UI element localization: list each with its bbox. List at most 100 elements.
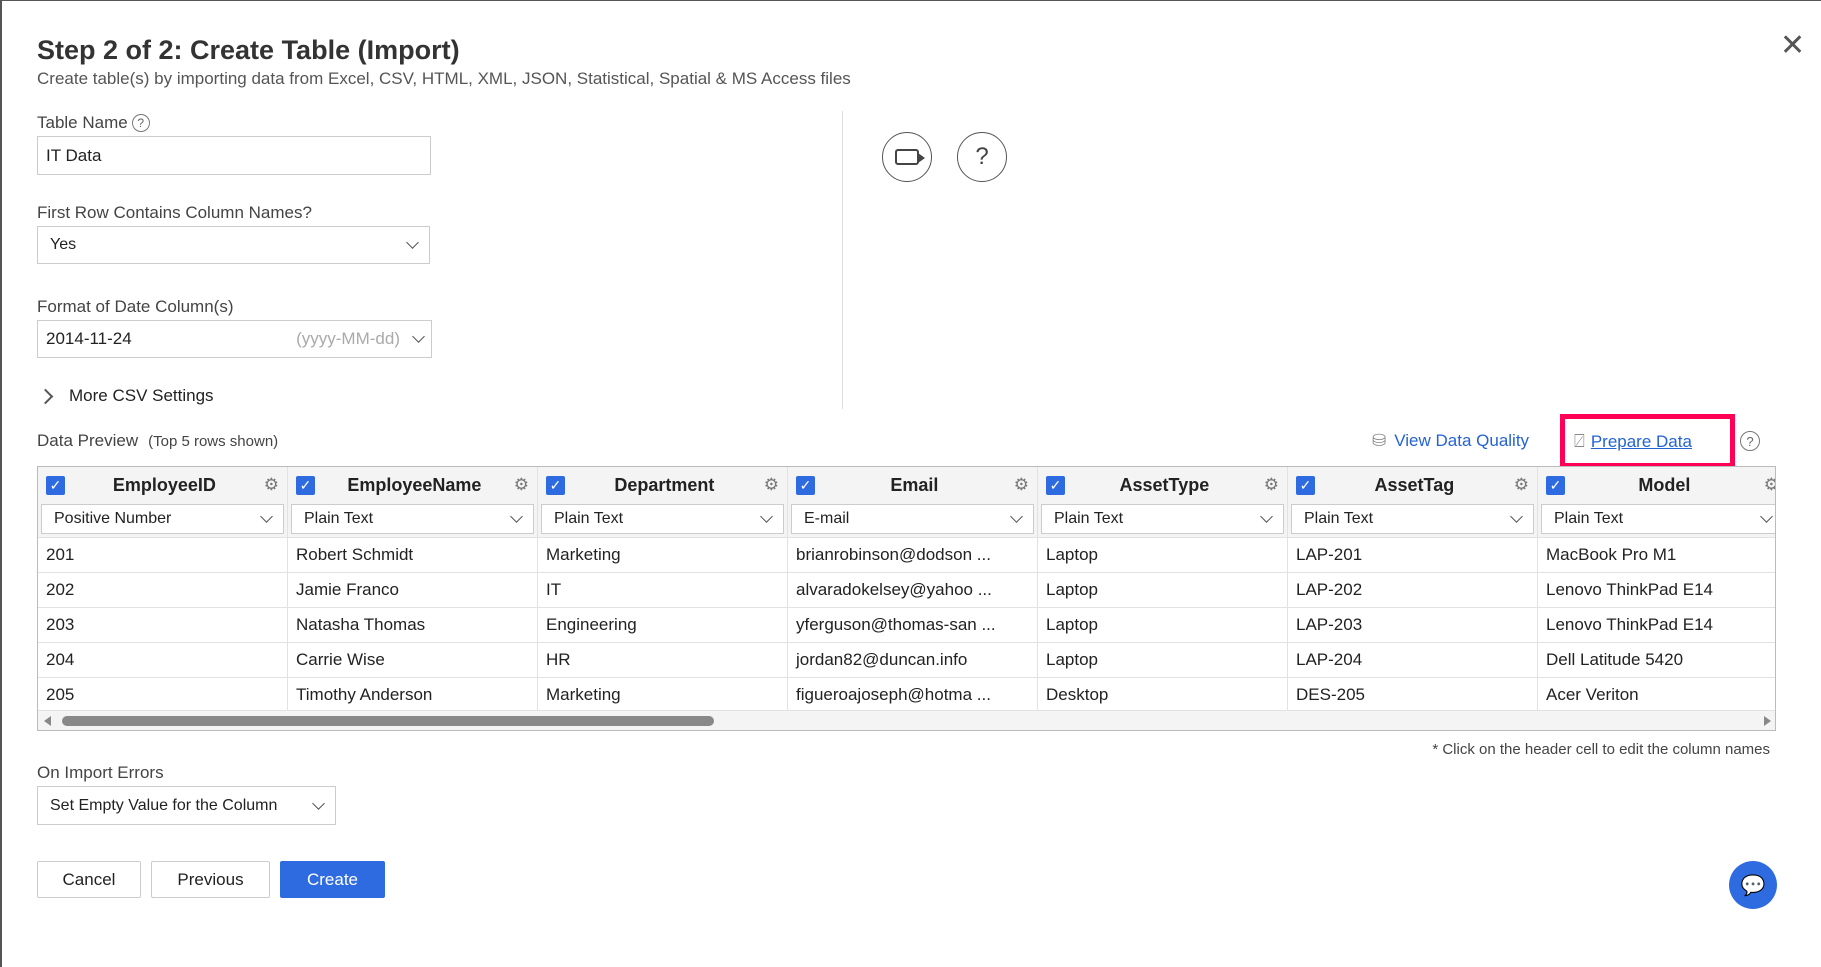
- column-type-select[interactable]: Plain Text: [1541, 504, 1775, 534]
- column-header[interactable]: ✓ AssetTag ⚙: [1288, 467, 1537, 503]
- select-value: E-mail: [804, 510, 850, 527]
- date-format-select[interactable]: 2014-11-24 (yyyy-MM-dd): [37, 320, 432, 358]
- column-type-cell: Plain Text: [1288, 503, 1537, 537]
- column-header[interactable]: ✓Model⚙: [1538, 467, 1775, 503]
- page-subtitle: Create table(s) by importing data from E…: [37, 69, 851, 88]
- scrollbar-thumb[interactable]: [62, 716, 714, 726]
- table-cell: HR: [538, 642, 787, 677]
- column-name[interactable]: EmployeeName: [315, 475, 514, 496]
- column-type-select[interactable]: Plain Text: [1041, 504, 1284, 534]
- table-cell: brianrobinson@dodson ...: [788, 537, 1037, 572]
- first-row-select[interactable]: Yes: [37, 226, 430, 264]
- table-column: ✓ AssetType ⚙ Plain Text Laptop Laptop Laptop L…: [1038, 467, 1288, 712]
- close-icon[interactable]: ✕: [1780, 31, 1805, 61]
- gear-icon[interactable]: ⚙: [514, 475, 529, 495]
- column-type-cell: Plain Text: [1038, 503, 1287, 537]
- column-checkbox[interactable]: ✓: [796, 475, 815, 495]
- select-value: Positive Number: [54, 510, 172, 527]
- prepare-data-link[interactable]: ⍁ Prepare Data: [1574, 431, 1692, 452]
- column-checkbox[interactable]: ✓: [296, 475, 315, 495]
- scroll-left-icon[interactable]: [44, 716, 51, 726]
- column-checkbox[interactable]: ✓: [1546, 475, 1565, 495]
- column-name[interactable]: Department: [565, 475, 764, 496]
- column-name[interactable]: Email: [815, 475, 1014, 496]
- column-checkbox[interactable]: ✓: [46, 475, 65, 495]
- table-cell: 205: [38, 677, 287, 712]
- table-cell: Laptop: [1038, 572, 1287, 607]
- column-type-select[interactable]: Plain Text: [1291, 504, 1534, 534]
- import-errors-select[interactable]: Set Empty Value for the Column: [37, 786, 336, 825]
- column-checkbox[interactable]: ✓: [546, 475, 565, 495]
- column-header[interactable]: ✓ Department ⚙: [538, 467, 787, 503]
- column-name[interactable]: AssetType: [1065, 475, 1264, 496]
- scroll-right-icon[interactable]: [1764, 716, 1771, 726]
- table-cell: Carrie Wise: [288, 642, 537, 677]
- column-type-select[interactable]: Plain Text: [541, 504, 784, 534]
- chevron-down-icon: [412, 330, 425, 343]
- column-checkbox[interactable]: ✓: [1046, 475, 1065, 495]
- column-type-select[interactable]: Positive Number: [41, 504, 284, 534]
- horizontal-scrollbar[interactable]: [38, 710, 1775, 730]
- select-value: Plain Text: [1304, 510, 1374, 527]
- table-cell: Acer Veriton: [1538, 677, 1775, 712]
- table-cell: Robert Schmidt: [288, 537, 537, 572]
- table-cell: Desktop: [1038, 677, 1287, 712]
- column-checkbox[interactable]: ✓: [1296, 475, 1315, 495]
- help-icon[interactable]: ?: [957, 132, 1007, 182]
- chat-button[interactable]: 💬: [1729, 861, 1777, 909]
- column-header[interactable]: ✓ Email ⚙: [788, 467, 1037, 503]
- gear-icon[interactable]: ⚙: [764, 475, 779, 495]
- select-value: Plain Text: [554, 510, 624, 527]
- create-button[interactable]: Create: [280, 861, 385, 898]
- table-cell: DES-205: [1288, 677, 1537, 712]
- column-type-cell: Positive Number: [38, 503, 287, 537]
- table-name-input[interactable]: IT Data: [37, 136, 431, 175]
- table-cell: Dell Latitude 5420: [1538, 642, 1775, 677]
- column-type-select[interactable]: Plain Text: [291, 504, 534, 534]
- table-cell: alvaradokelsey@yahoo ...: [788, 572, 1037, 607]
- help-icon[interactable]: ?: [131, 114, 150, 132]
- chevron-down-icon: [1260, 510, 1273, 523]
- column-name[interactable]: AssetTag: [1315, 475, 1514, 496]
- date-format-hint: (yyyy-MM-dd): [296, 329, 400, 348]
- table-cell: Laptop: [1038, 537, 1287, 572]
- gear-icon[interactable]: ⚙: [1264, 475, 1279, 495]
- column-header[interactable]: ✓ EmployeeID ⚙: [38, 467, 287, 503]
- table-cell: Laptop: [1038, 642, 1287, 677]
- data-preview-note: (Top 5 rows shown): [148, 433, 279, 450]
- more-csv-settings-toggle[interactable]: More CSV Settings: [37, 386, 214, 406]
- column-name[interactable]: EmployeeID: [65, 475, 264, 496]
- column-header[interactable]: ✓ AssetType ⚙: [1038, 467, 1287, 503]
- select-value: Plain Text: [304, 510, 374, 527]
- column-type-cell: Plain Text: [288, 503, 537, 537]
- table-cell: Lenovo ThinkPad E14: [1538, 572, 1775, 607]
- help-icon[interactable]: ?: [1740, 431, 1760, 451]
- gear-icon[interactable]: ⚙: [1014, 475, 1029, 495]
- gear-icon[interactable]: ⚙: [1764, 475, 1775, 495]
- prepare-data-label: Prepare Data: [1590, 431, 1692, 451]
- table-cell: Marketing: [538, 677, 787, 712]
- cancel-button[interactable]: Cancel: [37, 861, 141, 898]
- gear-icon[interactable]: ⚙: [264, 475, 279, 495]
- chevron-down-icon: [1760, 510, 1773, 523]
- gear-icon[interactable]: ⚙: [1514, 475, 1529, 495]
- column-type-select[interactable]: E-mail: [791, 504, 1034, 534]
- video-icon[interactable]: [882, 132, 932, 182]
- table-column: ✓ Department ⚙ Plain Text Marketing IT Enginee…: [538, 467, 788, 712]
- table-column: ✓ EmployeeName ⚙ Plain Text Robert Schmidt Ja…: [288, 467, 538, 712]
- column-type-cell: Plain Text: [1538, 503, 1775, 537]
- table-cell: LAP-203: [1288, 607, 1537, 642]
- previous-button[interactable]: Previous: [151, 861, 270, 898]
- prepare-data-icon: ⍁: [1574, 431, 1585, 451]
- table-cell: Marketing: [538, 537, 787, 572]
- column-name[interactable]: Model: [1565, 475, 1764, 496]
- table-cell: 204: [38, 642, 287, 677]
- view-data-quality-link[interactable]: ⛁ View Data Quality: [1372, 431, 1529, 451]
- view-data-quality-label: View Data Quality: [1394, 431, 1530, 450]
- table-cell: Engineering: [538, 607, 787, 642]
- input-value: IT Data: [46, 145, 102, 165]
- table-cell: LAP-202: [1288, 572, 1537, 607]
- divider: [842, 111, 843, 409]
- column-header[interactable]: ✓ EmployeeName ⚙: [288, 467, 537, 503]
- select-value: Plain Text: [1054, 510, 1124, 527]
